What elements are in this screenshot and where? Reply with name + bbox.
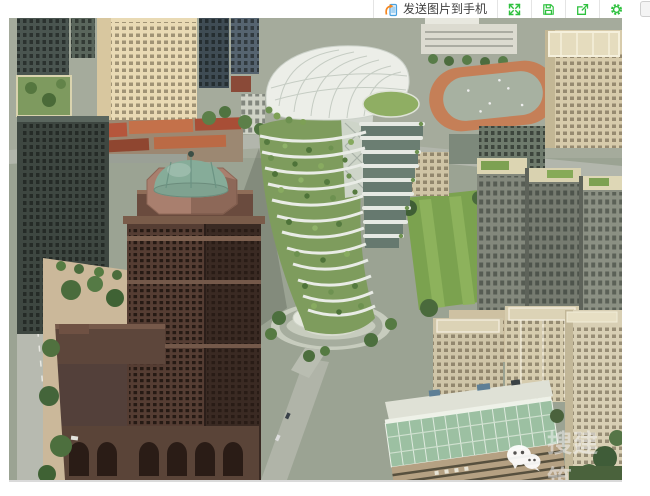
send-to-phone-icon xyxy=(384,2,399,17)
aerial-photo-graphic xyxy=(9,18,622,480)
aerial-photo[interactable]: 搜建筑 xyxy=(9,18,622,482)
save-icon xyxy=(542,3,555,16)
send-to-phone-label: 发送图片到手机 xyxy=(403,0,487,18)
toolbar: 发送图片到手机 xyxy=(0,0,650,18)
image-viewer-window: 发送图片到手机 xyxy=(0,0,650,496)
share-button[interactable] xyxy=(565,0,599,18)
fullscreen-button[interactable] xyxy=(497,0,531,18)
fullscreen-icon xyxy=(508,3,521,16)
settings-button[interactable] xyxy=(599,0,633,18)
send-to-phone-button[interactable]: 发送图片到手机 xyxy=(373,0,497,18)
panel-edge-button[interactable] xyxy=(640,1,650,17)
share-icon xyxy=(576,3,589,16)
save-button[interactable] xyxy=(531,0,565,18)
settings-icon xyxy=(610,3,623,16)
